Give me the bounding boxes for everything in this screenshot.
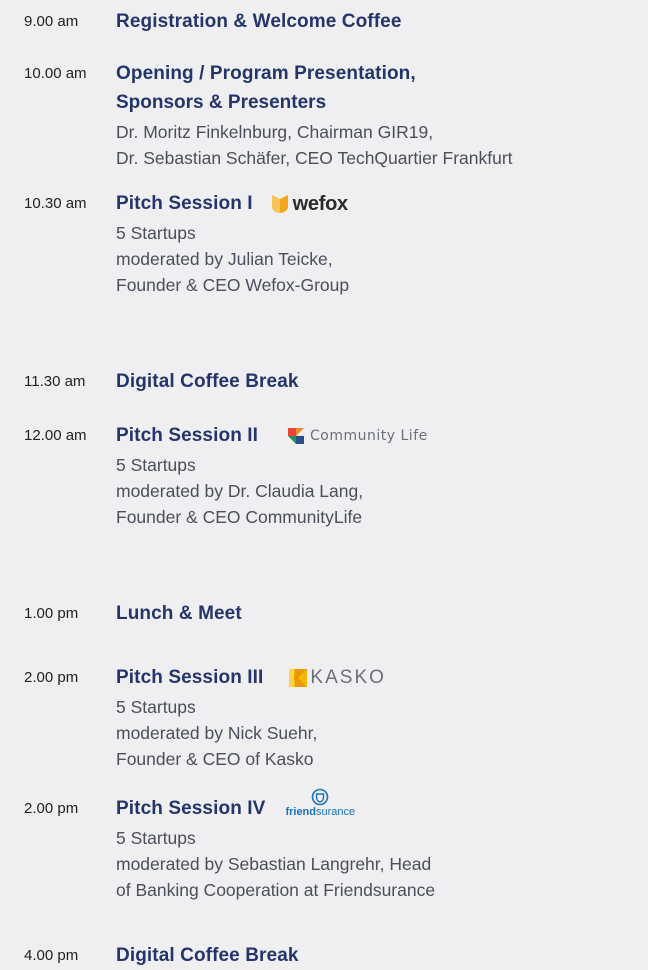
agenda-title: Digital Coffee Break	[116, 945, 299, 966]
kasko-logo-icon	[289, 669, 308, 687]
agenda-title: Registration & Welcome Coffee	[116, 11, 402, 32]
agenda-detail: 5 Startups	[116, 455, 196, 475]
community-life-logo-text: Community Life	[310, 428, 428, 444]
agenda-time: 1.00 pm	[24, 605, 79, 622]
agenda-title: Digital Coffee Break	[116, 371, 299, 392]
agenda-time: 4.00 pm	[24, 947, 79, 964]
agenda-time: 2.00 pm	[24, 800, 79, 817]
friendsurance-logo-text: surance	[316, 806, 356, 818]
agenda-title: Pitch Session IV	[116, 798, 266, 819]
wefox-logo-text: wefox	[292, 192, 348, 215]
community-life-logo: Community Life	[286, 426, 428, 446]
agenda-time: 12.00 am	[24, 427, 87, 444]
agenda-time: 10.30 am	[24, 195, 87, 212]
agenda-detail: 5 Startups	[116, 828, 196, 848]
agenda-title-line2: Sponsors & Presenters	[116, 92, 327, 113]
friendsurance-logo-text-bold: friend	[285, 806, 316, 818]
agenda-detail: Founder & CEO Wefox-Group	[116, 275, 350, 295]
agenda-time: 9.00 am	[24, 13, 79, 30]
wefox-logo-icon	[271, 195, 288, 213]
agenda-time: 2.00 pm	[24, 669, 79, 686]
agenda-detail: of Banking Cooperation at Friendsurance	[116, 880, 436, 900]
agenda-detail: Dr. Moritz Finkelnburg, Chairman GIR19,	[116, 122, 434, 142]
agenda-detail: moderated by Nick Suehr,	[116, 723, 318, 743]
agenda-title: Lunch & Meet	[116, 603, 242, 624]
community-life-logo-icon	[288, 428, 305, 444]
agenda-title: Pitch Session II	[116, 425, 259, 446]
friendsurance-logo: friendsurance	[285, 788, 355, 818]
agenda-detail: 5 Startups	[116, 697, 196, 717]
agenda-detail: 5 Startups	[116, 223, 196, 243]
agenda-detail: moderated by Julian Teicke,	[116, 249, 333, 269]
kasko-logo-text: KASKO	[310, 667, 386, 688]
kasko-logo: KASKO	[289, 667, 385, 689]
agenda-title: Opening / Program Presentation,	[116, 63, 416, 84]
agenda-title: Pitch Session III	[116, 667, 264, 688]
agenda-time: 11.30 am	[24, 373, 86, 390]
friendsurance-logo-icon	[311, 788, 329, 806]
agenda-title: Pitch Session I	[116, 193, 253, 214]
agenda-time: 10.00 am	[24, 65, 87, 82]
agenda-detail: moderated by Dr. Claudia Lang,	[116, 481, 364, 501]
agenda-detail: Dr. Sebastian Schäfer, CEO TechQuartier …	[116, 148, 513, 168]
agenda-detail: Founder & CEO CommunityLife	[116, 507, 363, 527]
agenda-detail: moderated by Sebastian Langrehr, Head	[116, 854, 432, 874]
agenda-detail: Founder & CEO of Kasko	[116, 749, 314, 769]
wefox-logo: wefox	[271, 193, 348, 216]
